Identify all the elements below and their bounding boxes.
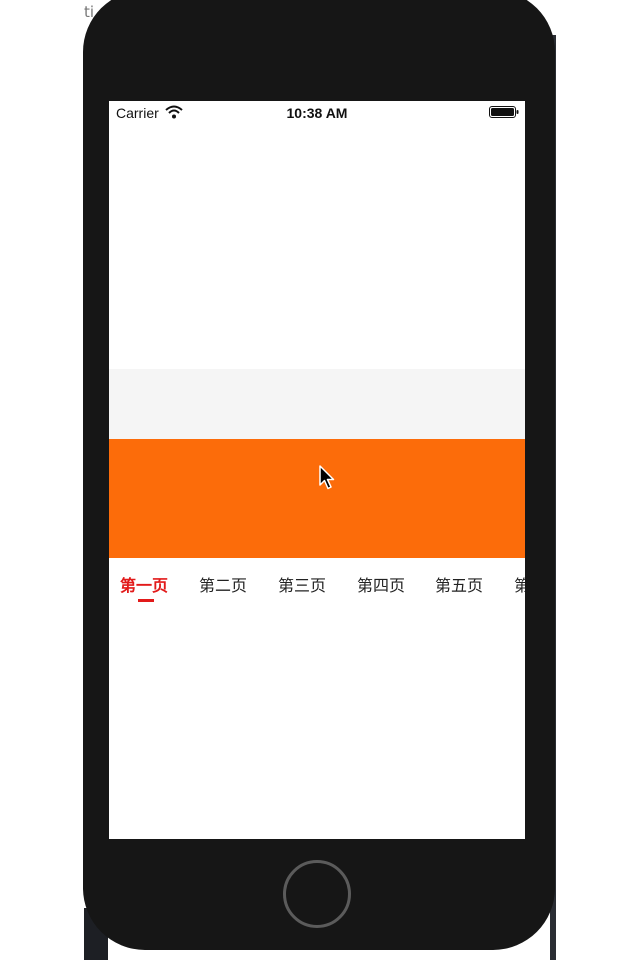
tab-page-3[interactable]: 第三页 (278, 572, 326, 596)
tab-page-5[interactable]: 第五页 (435, 572, 483, 596)
device-screen: Carrier 10:38 AM 第一页 第二页 第三页 第四页 第五页 第 (109, 101, 525, 839)
simulator-backdrop-right (556, 0, 640, 960)
tab-page-1[interactable]: 第一页 (120, 572, 168, 596)
tab-page-4[interactable]: 第四页 (357, 572, 405, 596)
orange-banner[interactable] (109, 439, 525, 558)
active-tab-indicator (138, 599, 154, 602)
status-time: 10:38 AM (286, 105, 348, 121)
simulator-backdrop-left (0, 0, 84, 960)
status-bar: Carrier 10:38 AM (109, 101, 525, 123)
battery-full-icon (489, 106, 519, 118)
tab-page-2[interactable]: 第二页 (199, 572, 247, 596)
page-tab-strip: 第一页 第二页 第三页 第四页 第五页 第 (109, 563, 525, 611)
home-button-icon[interactable] (283, 860, 351, 928)
content-separator-band (109, 369, 525, 439)
tab-page-6-partial[interactable]: 第 (514, 572, 525, 596)
mouse-pointer-icon (319, 465, 335, 490)
